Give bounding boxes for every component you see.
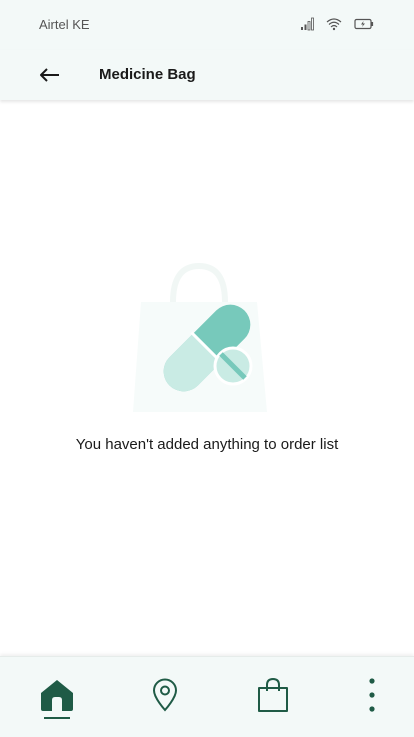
battery-icon [354,18,374,30]
more-vertical-icon[interactable] [352,675,392,715]
app-bar: Medicine Bag [0,50,414,100]
bottom-nav [0,656,414,737]
shopping-bag-icon[interactable] [253,675,293,715]
home-icon[interactable] [37,675,77,715]
page-title: Medicine Bag [99,66,196,83]
wifi-icon [326,17,342,31]
carrier-name: Airtel KE [39,17,90,32]
location-pin-icon[interactable] [145,675,185,715]
active-tab-indicator [44,717,70,719]
status-bar: Airtel KE [0,0,414,50]
arrow-left-icon[interactable] [36,64,64,86]
pill-bag-icon [129,262,269,414]
signal-icon [300,17,314,31]
empty-state-message: You haven't added anything to order list [75,436,339,453]
status-icons [300,17,374,31]
